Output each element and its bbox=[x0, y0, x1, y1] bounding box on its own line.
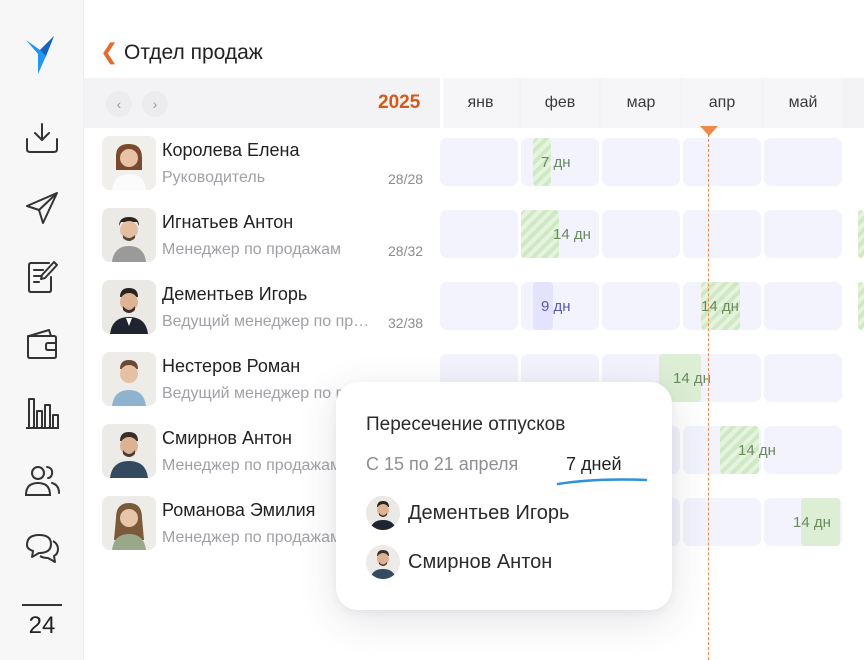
sidebar: 24 bbox=[0, 0, 84, 660]
vacation-bar[interactable]: 7 дн bbox=[533, 138, 571, 186]
month-may[interactable]: май bbox=[764, 78, 842, 128]
vacation-bar[interactable]: 14 дн bbox=[701, 282, 740, 330]
year-label: 2025 bbox=[378, 92, 421, 113]
employee-name: Романова Эмилия bbox=[162, 500, 316, 520]
next-year-button[interactable]: › bbox=[142, 91, 168, 117]
today-line bbox=[708, 134, 709, 660]
vacation-bar[interactable]: 14 дн bbox=[793, 498, 840, 546]
month-apr[interactable]: апр bbox=[683, 78, 761, 128]
tooltip-person[interactable]: Смирнов Антон bbox=[366, 545, 656, 581]
logo-bird-icon bbox=[26, 36, 54, 74]
vacation-days-label: 14 дн bbox=[673, 369, 711, 387]
vacation-days-count: 28/28 bbox=[388, 171, 424, 187]
chat-icon[interactable] bbox=[22, 528, 62, 568]
employee-row[interactable]: Королева Елена Руководитель 28/28 bbox=[84, 136, 864, 196]
prev-year-button[interactable]: ‹ bbox=[106, 91, 132, 117]
vacation-bar[interactable] bbox=[858, 282, 864, 330]
avatar bbox=[102, 280, 156, 334]
vacation-days-label: 14 дн bbox=[553, 225, 591, 243]
tooltip-days-count: 7 дней bbox=[566, 454, 622, 474]
employee-role: Ведущий менеджер по продажам bbox=[162, 313, 376, 330]
tooltip-date-range: С 15 по 21 апреля bbox=[366, 454, 519, 474]
tooltip-title: Пересечение отпусков bbox=[366, 414, 566, 435]
users-icon[interactable] bbox=[22, 460, 62, 500]
month-cell[interactable] bbox=[602, 210, 680, 258]
month-cell[interactable] bbox=[683, 498, 761, 546]
today-marker-icon bbox=[700, 126, 718, 136]
avatar bbox=[102, 136, 156, 190]
vacation-bar[interactable]: 14 дн bbox=[720, 426, 776, 474]
vacation-days-label: 14 дн bbox=[738, 441, 776, 459]
tooltip-person-name: Дементьев Игорь bbox=[408, 502, 570, 524]
avatar bbox=[102, 424, 156, 478]
avatar bbox=[102, 352, 156, 406]
month-cells bbox=[440, 138, 845, 186]
month-feb[interactable]: фев bbox=[521, 78, 599, 128]
underline-stroke bbox=[556, 478, 648, 486]
month-header-row: янв фев мар апр май bbox=[440, 78, 845, 128]
avatar bbox=[102, 496, 156, 550]
inbox-download-icon[interactable] bbox=[22, 118, 62, 158]
tooltip-person[interactable]: Дементьев Игорь bbox=[366, 496, 656, 532]
vacation-days-label: 7 дн bbox=[541, 153, 571, 171]
month-cell[interactable] bbox=[764, 354, 842, 402]
employee-name: Дементьев Игорь bbox=[162, 284, 308, 304]
page-header: ❮ Отдел продаж bbox=[84, 0, 864, 78]
bar-chart-icon[interactable] bbox=[22, 392, 62, 432]
month-cell[interactable] bbox=[602, 138, 680, 186]
employee-row[interactable]: Игнатьев Антон Менеджер по продажам 28/3… bbox=[84, 208, 864, 268]
timeline-header: ‹ › 2025 янв фев мар апр май bbox=[84, 78, 864, 128]
employee-name: Игнатьев Антон bbox=[162, 212, 294, 232]
month-mar[interactable]: мар bbox=[602, 78, 680, 128]
month-cell[interactable] bbox=[764, 138, 842, 186]
month-cell[interactable] bbox=[440, 282, 518, 330]
vacation-bar[interactable] bbox=[858, 210, 864, 258]
calendar-day-number[interactable]: 24 bbox=[22, 604, 62, 640]
document-edit-icon[interactable] bbox=[22, 256, 62, 296]
month-cell[interactable] bbox=[683, 138, 761, 186]
avatar bbox=[366, 545, 400, 579]
vacation-days-label: 9 дн bbox=[541, 297, 571, 315]
month-cell[interactable] bbox=[440, 210, 518, 258]
chevron-left-icon[interactable]: ❮ bbox=[100, 40, 118, 64]
employee-row[interactable]: Дементьев Игорь Ведущий менеджер по прод… bbox=[84, 280, 864, 340]
vacation-overlap-tooltip: Пересечение отпусков С 15 по 21 апреля 7… bbox=[336, 382, 672, 610]
page-title: Отдел продаж bbox=[124, 41, 263, 64]
avatar bbox=[366, 496, 400, 530]
vacation-bar[interactable]: 14 дн bbox=[521, 210, 591, 258]
month-jan[interactable]: янв bbox=[440, 78, 518, 128]
employee-role: Менеджер по продажам bbox=[162, 241, 342, 258]
employee-name: Нестеров Роман bbox=[162, 356, 301, 376]
vacation-days-count: 28/32 bbox=[388, 243, 424, 259]
avatar bbox=[102, 208, 156, 262]
vacation-bar[interactable]: 9 дн bbox=[533, 282, 571, 330]
chevron-left-icon: ‹ bbox=[116, 96, 122, 112]
send-icon[interactable] bbox=[22, 188, 62, 228]
chevron-right-icon: › bbox=[152, 96, 158, 112]
month-cell[interactable] bbox=[440, 138, 518, 186]
month-cells bbox=[440, 282, 845, 330]
employee-role: Руководитель bbox=[162, 169, 266, 186]
month-cell[interactable] bbox=[602, 282, 680, 330]
month-cell[interactable] bbox=[683, 210, 761, 258]
month-cell[interactable] bbox=[764, 282, 842, 330]
month-cells bbox=[440, 210, 845, 258]
vacation-days-count: 32/38 bbox=[388, 315, 424, 331]
wallet-icon[interactable] bbox=[22, 324, 62, 364]
vacation-days-label: 14 дн bbox=[701, 297, 739, 315]
vacation-days-label: 14 дн bbox=[793, 513, 831, 531]
employee-name: Смирнов Антон bbox=[162, 428, 292, 448]
tooltip-person-name: Смирнов Антон bbox=[408, 551, 553, 573]
employee-name: Королева Елена bbox=[162, 140, 300, 160]
month-cell[interactable] bbox=[764, 210, 842, 258]
